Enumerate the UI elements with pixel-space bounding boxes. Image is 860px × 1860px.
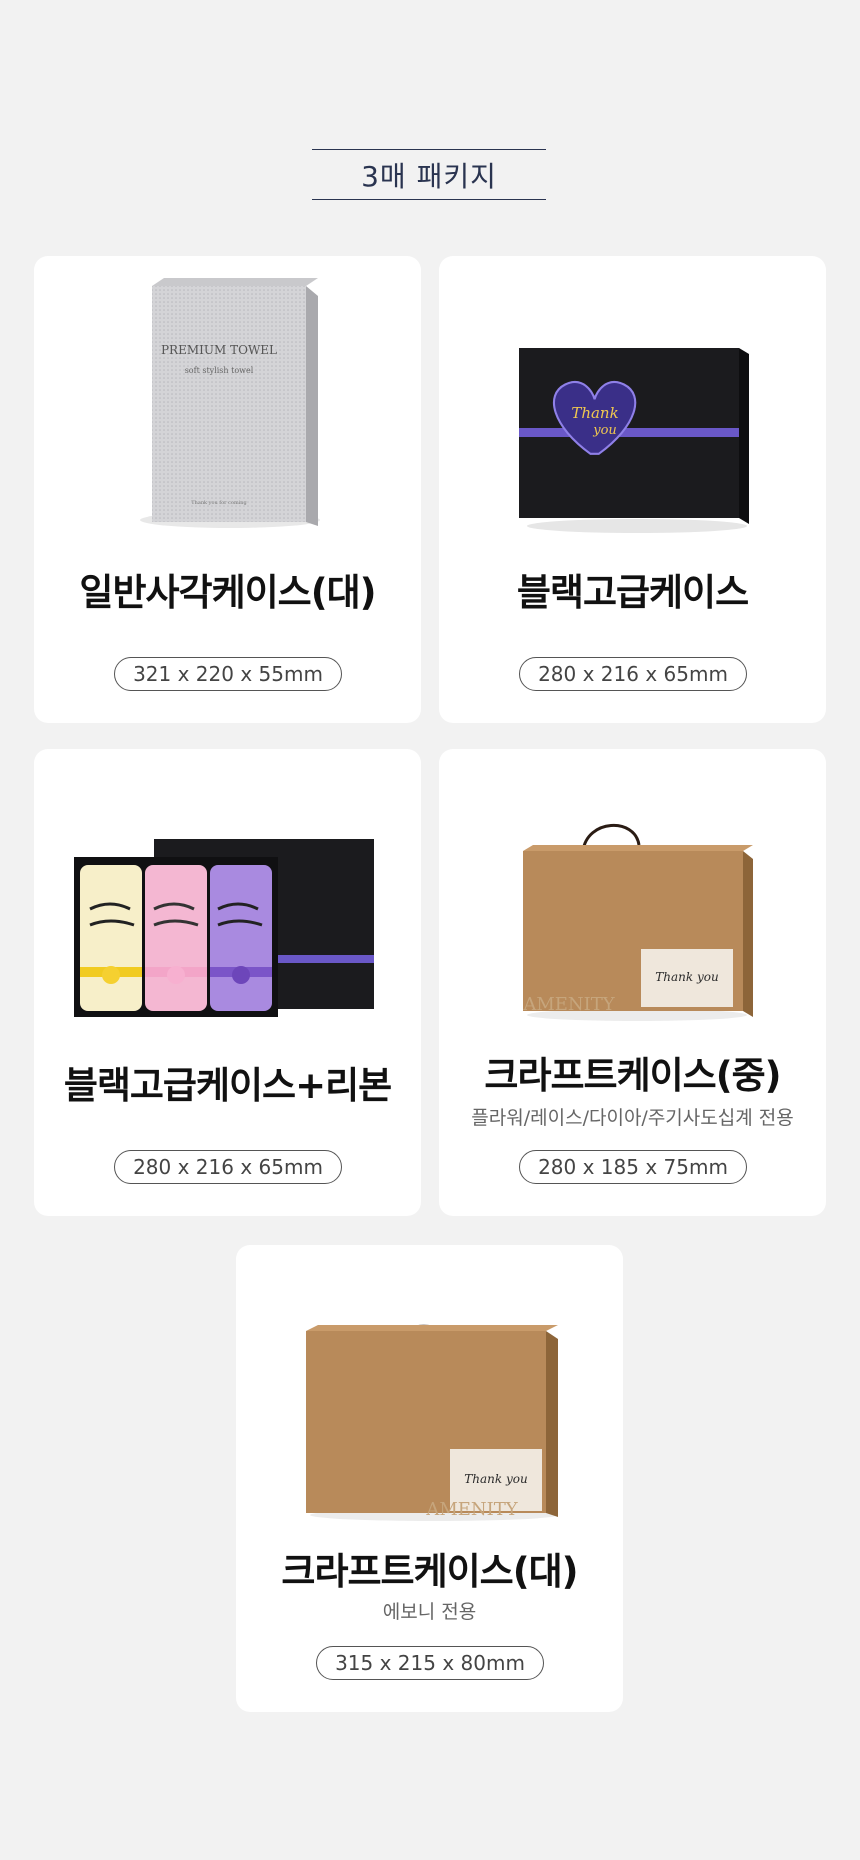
size-badge: 321 x 220 x 55mm xyxy=(114,657,342,691)
card-title: 크라프트케이스(중) xyxy=(484,1054,781,1097)
size-badge: 280 x 185 x 75mm xyxy=(519,1150,747,1184)
brand-watermark: AMENITY xyxy=(425,1499,518,1520)
heart-text-line2: you xyxy=(592,423,617,438)
product-image: Thank you AMENITY xyxy=(439,749,826,1039)
package-card-kraft-medium[interactable]: Thank you AMENITY 크라프트케이스(중) 플라워/레이스/다이아… xyxy=(439,749,826,1216)
package-card-kraft-large[interactable]: Thank you AMENITY 크라프트케이스(대) 에보니 전용 315 … xyxy=(236,1245,623,1712)
card-title: 일반사각케이스(대) xyxy=(79,571,376,614)
card-title: 크라프트케이스(대) xyxy=(281,1550,578,1593)
card-subtitle: 에보니 전용 xyxy=(382,1601,477,1623)
card-title: 블랙고급케이스+리본 xyxy=(63,1064,392,1107)
size-badge: 280 x 216 x 65mm xyxy=(519,657,747,691)
box-label-line1: PREMIUM TOWEL xyxy=(161,343,277,357)
package-card-black-premium[interactable]: Thank you 블랙고급케이스 280 x 216 x 65mm xyxy=(439,256,826,723)
package-card-black-ribbon[interactable]: 블랙고급케이스+리본 280 x 216 x 65mm xyxy=(34,749,421,1216)
size-badge: 315 x 215 x 80mm xyxy=(316,1646,544,1680)
product-image: PREMIUM TOWEL soft stylish towel Thank y… xyxy=(34,256,421,546)
thank-you-card: Thank you xyxy=(655,970,718,984)
box-label-line2: soft stylish towel xyxy=(185,366,254,375)
card-title: 블랙고급케이스 xyxy=(516,571,749,614)
product-image: Thank you AMENITY xyxy=(236,1245,623,1535)
section-header: 3매 패키지 xyxy=(312,149,546,200)
package-card-square-large[interactable]: PREMIUM TOWEL soft stylish towel Thank y… xyxy=(34,256,421,723)
product-image: Thank you xyxy=(439,256,826,546)
thank-you-card: Thank you xyxy=(464,1472,527,1486)
size-badge: 280 x 216 x 65mm xyxy=(114,1150,342,1184)
card-subtitle: 플라워/레이스/다이아/주기사도십계 전용 xyxy=(471,1107,794,1129)
product-image xyxy=(34,749,421,1039)
section-title: 3매 패키지 xyxy=(361,159,497,193)
box-label-line3: Thank you for coming xyxy=(191,500,247,506)
heart-text-line1: Thank xyxy=(571,404,618,422)
brand-watermark: AMENITY xyxy=(522,994,615,1015)
